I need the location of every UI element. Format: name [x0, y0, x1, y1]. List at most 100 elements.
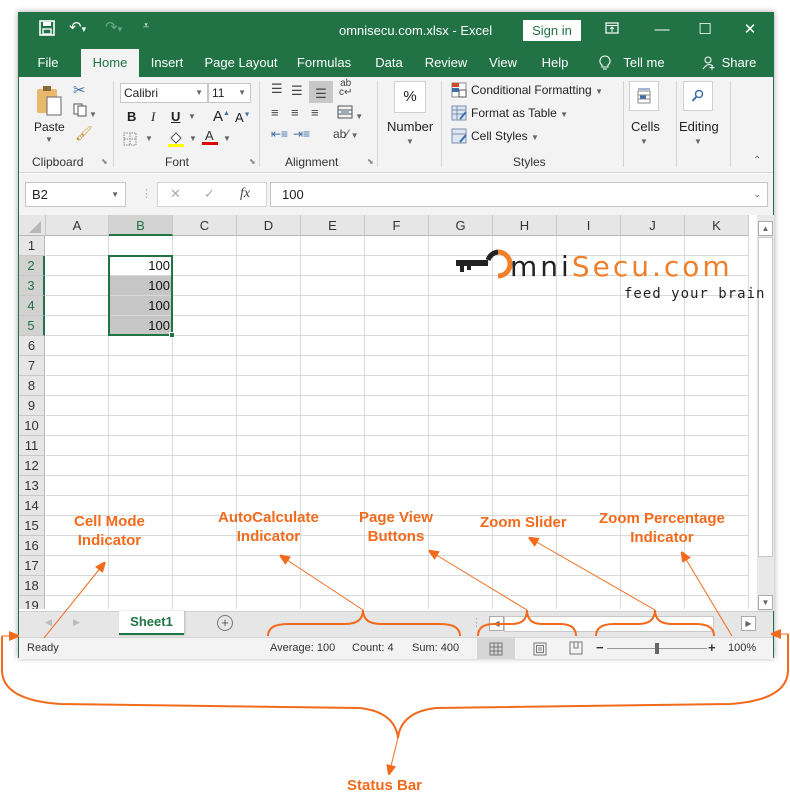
normal-view-button[interactable] [477, 638, 515, 659]
underline-button[interactable]: U [171, 109, 180, 124]
new-sheet-icon[interactable]: + [217, 615, 233, 631]
format-painter-icon[interactable]: 🖌 [75, 125, 93, 142]
cell-a19[interactable] [46, 596, 109, 609]
cell-h5[interactable] [493, 316, 557, 336]
cell-b3[interactable]: 100 [109, 276, 173, 296]
cell-j19[interactable] [621, 596, 685, 609]
number-format-button[interactable]: % [394, 81, 426, 113]
cell-b6[interactable] [109, 336, 173, 356]
underline-dropdown-icon[interactable]: ▼ [188, 112, 196, 121]
row-header-3[interactable]: 3 [19, 276, 45, 296]
sign-in-button[interactable]: Sign in [523, 20, 581, 41]
tab-review[interactable]: Review [421, 49, 471, 77]
share-button[interactable]: Share [719, 49, 759, 77]
cell-a17[interactable] [46, 556, 109, 576]
cell-e8[interactable] [301, 376, 365, 396]
editing-button[interactable]: Editing [679, 119, 719, 134]
borders-dropdown-icon[interactable]: ▼ [145, 134, 153, 143]
cells-icon[interactable] [629, 81, 659, 111]
row-header-10[interactable]: 10 [19, 416, 45, 436]
cell-j17[interactable] [621, 556, 685, 576]
cell-d13[interactable] [237, 476, 301, 496]
font-size-dropdown[interactable]: 11 ▼ [208, 83, 251, 103]
cell-h17[interactable] [493, 556, 557, 576]
cell-f4[interactable] [365, 296, 429, 316]
cell-b8[interactable] [109, 376, 173, 396]
cell-c4[interactable] [173, 296, 237, 316]
row-header-14[interactable]: 14 [19, 496, 45, 516]
row-header-11[interactable]: 11 [19, 436, 45, 456]
cell-d9[interactable] [237, 396, 301, 416]
cell-k5[interactable] [685, 316, 749, 336]
cell-k9[interactable] [685, 396, 749, 416]
cell-c18[interactable] [173, 576, 237, 596]
cell-e11[interactable] [301, 436, 365, 456]
tell-me-search[interactable]: Tell me [619, 49, 669, 77]
average-indicator[interactable]: Average: 100 [270, 642, 335, 654]
editing-icon[interactable] [683, 81, 713, 111]
cell-f17[interactable] [365, 556, 429, 576]
scroll-left-button[interactable]: ◀ [489, 616, 504, 631]
cell-e12[interactable] [301, 456, 365, 476]
cell-f7[interactable] [365, 356, 429, 376]
redo-icon[interactable]: ↷▾ [105, 18, 122, 36]
row-header-9[interactable]: 9 [19, 396, 45, 416]
cell-f9[interactable] [365, 396, 429, 416]
cell-g17[interactable] [429, 556, 493, 576]
cell-d11[interactable] [237, 436, 301, 456]
middle-align-icon[interactable]: ☰ [291, 83, 303, 99]
cell-g11[interactable] [429, 436, 493, 456]
cell-e4[interactable] [301, 296, 365, 316]
cell-b7[interactable] [109, 356, 173, 376]
cell-a3[interactable] [46, 276, 109, 296]
column-header-f[interactable]: F [365, 215, 429, 236]
cell-b1[interactable] [109, 236, 173, 256]
cell-c9[interactable] [173, 396, 237, 416]
cell-g18[interactable] [429, 576, 493, 596]
cell-j13[interactable] [621, 476, 685, 496]
cell-d12[interactable] [237, 456, 301, 476]
cell-j7[interactable] [621, 356, 685, 376]
cell-e3[interactable] [301, 276, 365, 296]
decrease-font-size-icon[interactable]: A▼ [235, 110, 251, 125]
cell-k6[interactable] [685, 336, 749, 356]
expand-formula-bar-icon[interactable]: ⌄ [753, 183, 761, 206]
tab-page-layout[interactable]: Page Layout [203, 49, 279, 77]
cell-h13[interactable] [493, 476, 557, 496]
cell-c17[interactable] [173, 556, 237, 576]
cell-i10[interactable] [557, 416, 621, 436]
format-as-table-button[interactable]: Format as Table ▼ [471, 106, 568, 120]
cell-e6[interactable] [301, 336, 365, 356]
cells-dropdown-icon[interactable]: ▼ [640, 137, 648, 146]
cell-d3[interactable] [237, 276, 301, 296]
cell-d7[interactable] [237, 356, 301, 376]
enter-icon[interactable]: ✓ [204, 186, 215, 202]
prev-sheet-icon[interactable]: ◀ [45, 617, 52, 628]
cell-e18[interactable] [301, 576, 365, 596]
column-header-a[interactable]: A [46, 215, 109, 236]
cell-j6[interactable] [621, 336, 685, 356]
tab-split-handle[interactable]: ⋮ [471, 616, 482, 629]
row-header-7[interactable]: 7 [19, 356, 45, 376]
zoom-percentage-indicator[interactable]: 100% [728, 642, 756, 654]
row-header-2[interactable]: 2 [19, 256, 45, 276]
cell-g13[interactable] [429, 476, 493, 496]
cell-f12[interactable] [365, 456, 429, 476]
zoom-in-button[interactable]: + [708, 640, 716, 655]
cell-h19[interactable] [493, 596, 557, 609]
wrap-text-icon[interactable]: ab c↵ [339, 79, 352, 98]
cell-h7[interactable] [493, 356, 557, 376]
cell-g9[interactable] [429, 396, 493, 416]
bottom-align-icon[interactable]: ☰ [309, 81, 333, 103]
cell-d6[interactable] [237, 336, 301, 356]
cell-c5[interactable] [173, 316, 237, 336]
cell-c19[interactable] [173, 596, 237, 609]
cell-e13[interactable] [301, 476, 365, 496]
cell-f13[interactable] [365, 476, 429, 496]
cell-g8[interactable] [429, 376, 493, 396]
scroll-down-button[interactable]: ▼ [758, 595, 773, 610]
cell-i11[interactable] [557, 436, 621, 456]
cell-i8[interactable] [557, 376, 621, 396]
cell-e17[interactable] [301, 556, 365, 576]
column-header-h[interactable]: H [493, 215, 557, 236]
